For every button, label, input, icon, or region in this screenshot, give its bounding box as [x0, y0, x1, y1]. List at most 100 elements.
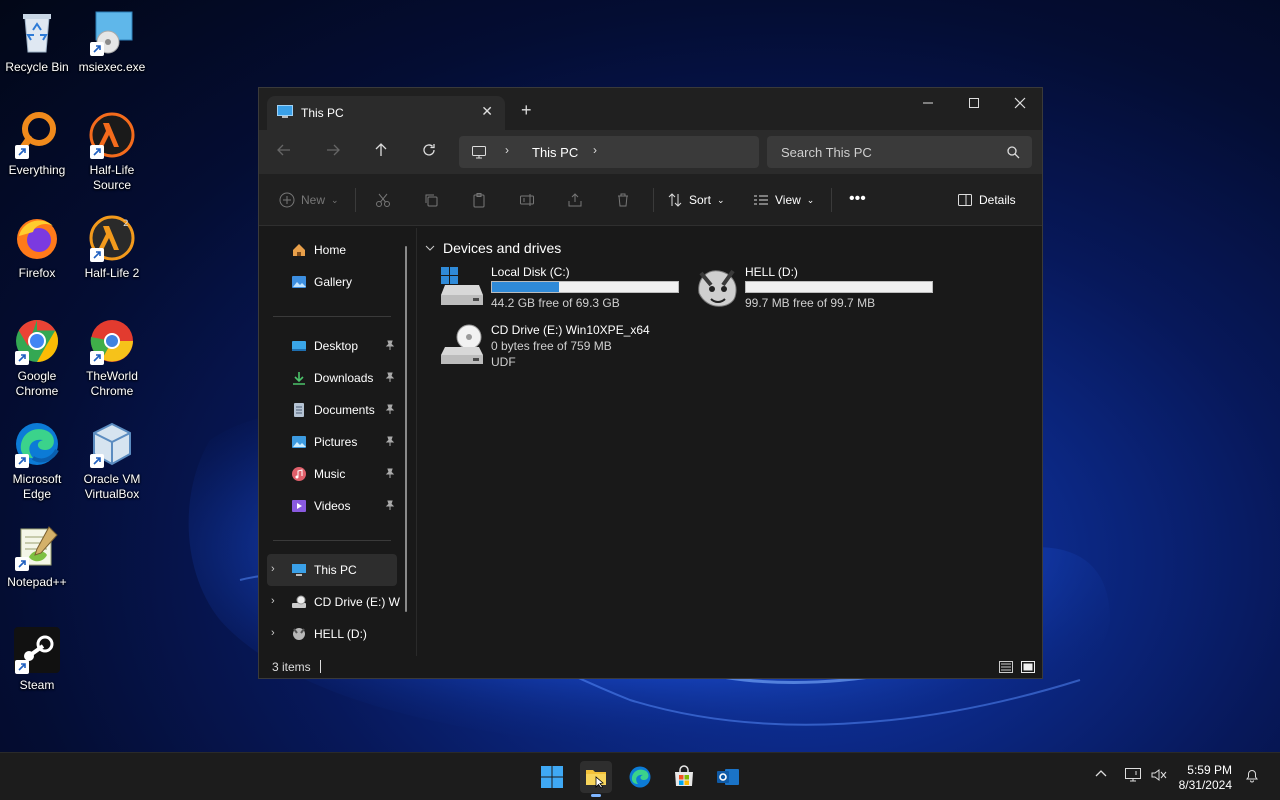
share-icon	[568, 193, 582, 207]
desktop-icon-label: Steam	[19, 678, 55, 692]
rename-button[interactable]	[519, 192, 535, 208]
content-pane: Devices and drives Local Disk (C:) 44.2 …	[417, 228, 1042, 656]
cut-icon	[376, 193, 390, 207]
desktop-icon-google-chrome[interactable]: Google Chrome	[0, 317, 75, 399]
pin-icon[interactable]	[385, 371, 395, 385]
desktop-icon-half-life-2[interactable]: 2 Half-Life 2	[74, 214, 150, 281]
new-plus-icon	[279, 192, 295, 208]
tab-this-pc[interactable]: This PC ✕	[267, 96, 505, 130]
expand-chevron-icon[interactable]: ›	[271, 595, 275, 607]
desktop-icon-label: Google Chrome	[15, 369, 59, 398]
group-header-devices-and-drives[interactable]: Devices and drives	[425, 240, 561, 256]
sidebar-item-cd-drive[interactable]: › CD Drive (E:) Wi	[267, 586, 400, 618]
desktop-icon-microsoft-edge[interactable]: Microsoft Edge	[0, 420, 75, 502]
desktop-icon-firefox[interactable]: Firefox	[0, 214, 75, 281]
details-pane-button[interactable]: Details	[957, 192, 1016, 208]
expand-chevron-icon[interactable]: ›	[271, 563, 275, 575]
sidebar-item-home[interactable]: Home	[267, 234, 397, 266]
system-clock[interactable]: 5:59 PM 8/31/2024	[1179, 763, 1232, 793]
taskbar-edge[interactable]	[624, 761, 656, 793]
breadcrumb-chevron-icon[interactable]: ›	[505, 143, 509, 157]
view-icon	[754, 195, 768, 205]
search-box[interactable]: Search This PC	[767, 136, 1032, 168]
paste-icon	[473, 193, 485, 208]
outlook-icon	[717, 769, 739, 785]
sidebar-item-videos[interactable]: Videos	[267, 490, 397, 522]
start-button[interactable]	[536, 761, 568, 793]
breadcrumb-this-pc[interactable]: This PC	[532, 145, 578, 160]
forward-arrow-icon	[327, 144, 340, 156]
refresh-button[interactable]	[421, 142, 441, 162]
search-placeholder: Search This PC	[781, 145, 872, 160]
drive-name: HELL (D:)	[745, 265, 798, 279]
sidebar-item-pictures[interactable]: Pictures	[267, 426, 397, 458]
desktop-icon-everything[interactable]: Everything	[0, 111, 75, 178]
home-icon	[291, 242, 307, 261]
minimize-button[interactable]	[905, 88, 951, 118]
drive-name: CD Drive (E:) Win10XPE_x64	[491, 323, 650, 337]
up-button[interactable]	[373, 142, 393, 162]
pin-icon[interactable]	[385, 467, 395, 481]
sidebar-divider	[273, 540, 391, 541]
desktop-icon-notepad-plus-plus[interactable]: Notepad++	[0, 523, 75, 590]
desktop-icon-theworld-chrome[interactable]: TheWorld Chrome	[74, 317, 150, 399]
desktop-icon-virtualbox[interactable]: Oracle VM VirtualBox	[74, 420, 150, 502]
drive-hell-d[interactable]: HELL (D:) 99.7 MB free of 99.7 MB	[693, 265, 943, 315]
view-button[interactable]: View ⌄	[753, 192, 814, 208]
details-label: Details	[979, 193, 1016, 207]
new-tab-button[interactable]: +	[521, 100, 532, 121]
drive-free-space: 44.2 GB free of 69.3 GB	[491, 296, 620, 310]
sidebar-scrollbar[interactable]	[405, 246, 407, 612]
cut-button[interactable]	[375, 192, 391, 208]
maximize-button[interactable]	[951, 88, 997, 118]
sidebar-item-hell-drive[interactable]: › HELL (D:)	[267, 618, 397, 650]
desktop-icon-msiexec[interactable]: msiexec.exe	[74, 8, 150, 75]
pin-icon[interactable]	[385, 499, 395, 513]
new-button[interactable]: New ⌄	[279, 192, 339, 208]
back-button[interactable]	[276, 142, 296, 162]
delete-button[interactable]	[615, 192, 631, 208]
sidebar-item-gallery[interactable]: Gallery	[267, 266, 397, 298]
network-button[interactable]	[1124, 767, 1142, 786]
large-icons-view-button[interactable]	[1020, 659, 1036, 678]
sidebar-item-music[interactable]: Music	[267, 458, 397, 490]
desktop-icon-steam[interactable]: Steam	[0, 626, 75, 693]
back-arrow-icon	[277, 144, 290, 156]
toolbar-divider	[831, 188, 832, 212]
drive-cd-e[interactable]: CD Drive (E:) Win10XPE_x64 0 bytes free …	[439, 323, 689, 383]
bell-icon	[1246, 770, 1258, 783]
sidebar-item-documents[interactable]: Documents	[267, 394, 397, 426]
taskbar-outlook[interactable]	[712, 761, 744, 793]
navigation-pane: Home Gallery Desktop Downloads Documents	[259, 228, 409, 656]
forward-button[interactable]	[325, 142, 345, 162]
taskbar: 5:59 PM 8/31/2024	[0, 752, 1280, 800]
address-bar[interactable]: › This PC ›	[459, 136, 759, 168]
details-view-button[interactable]	[998, 659, 1014, 678]
volume-button[interactable]	[1150, 767, 1168, 786]
desktop-icon-recycle-bin[interactable]: Recycle Bin	[0, 8, 75, 75]
copy-button[interactable]	[423, 192, 439, 208]
taskbar-microsoft-store[interactable]	[668, 761, 700, 793]
show-hidden-icons-button[interactable]	[1094, 767, 1108, 784]
close-button[interactable]	[997, 88, 1043, 118]
sidebar-item-downloads[interactable]: Downloads	[267, 362, 397, 394]
sidebar-item-desktop[interactable]: Desktop	[267, 330, 397, 362]
pin-icon[interactable]	[385, 339, 395, 353]
breadcrumb-chevron-icon[interactable]: ›	[593, 143, 597, 157]
more-options-button[interactable]: •••	[849, 190, 866, 208]
sidebar-item-this-pc[interactable]: › This PC	[267, 554, 397, 586]
pin-icon[interactable]	[385, 403, 395, 417]
taskbar-file-explorer[interactable]	[580, 761, 612, 797]
desktop-icon-half-life-source[interactable]: Half-Life Source	[74, 111, 150, 193]
tab-close-icon[interactable]: ✕	[481, 103, 493, 120]
videos-icon	[291, 498, 307, 517]
firefox-icon	[17, 219, 57, 259]
expand-chevron-icon[interactable]: ›	[271, 627, 275, 639]
maximize-icon	[969, 98, 979, 108]
drive-local-disk-c[interactable]: Local Disk (C:) 44.2 GB free of 69.3 GB	[439, 265, 689, 315]
sort-button[interactable]: Sort ⌄	[667, 192, 725, 208]
pin-icon[interactable]	[385, 435, 395, 449]
notifications-button[interactable]	[1244, 767, 1260, 786]
paste-button[interactable]	[471, 192, 487, 208]
share-button[interactable]	[567, 192, 583, 208]
